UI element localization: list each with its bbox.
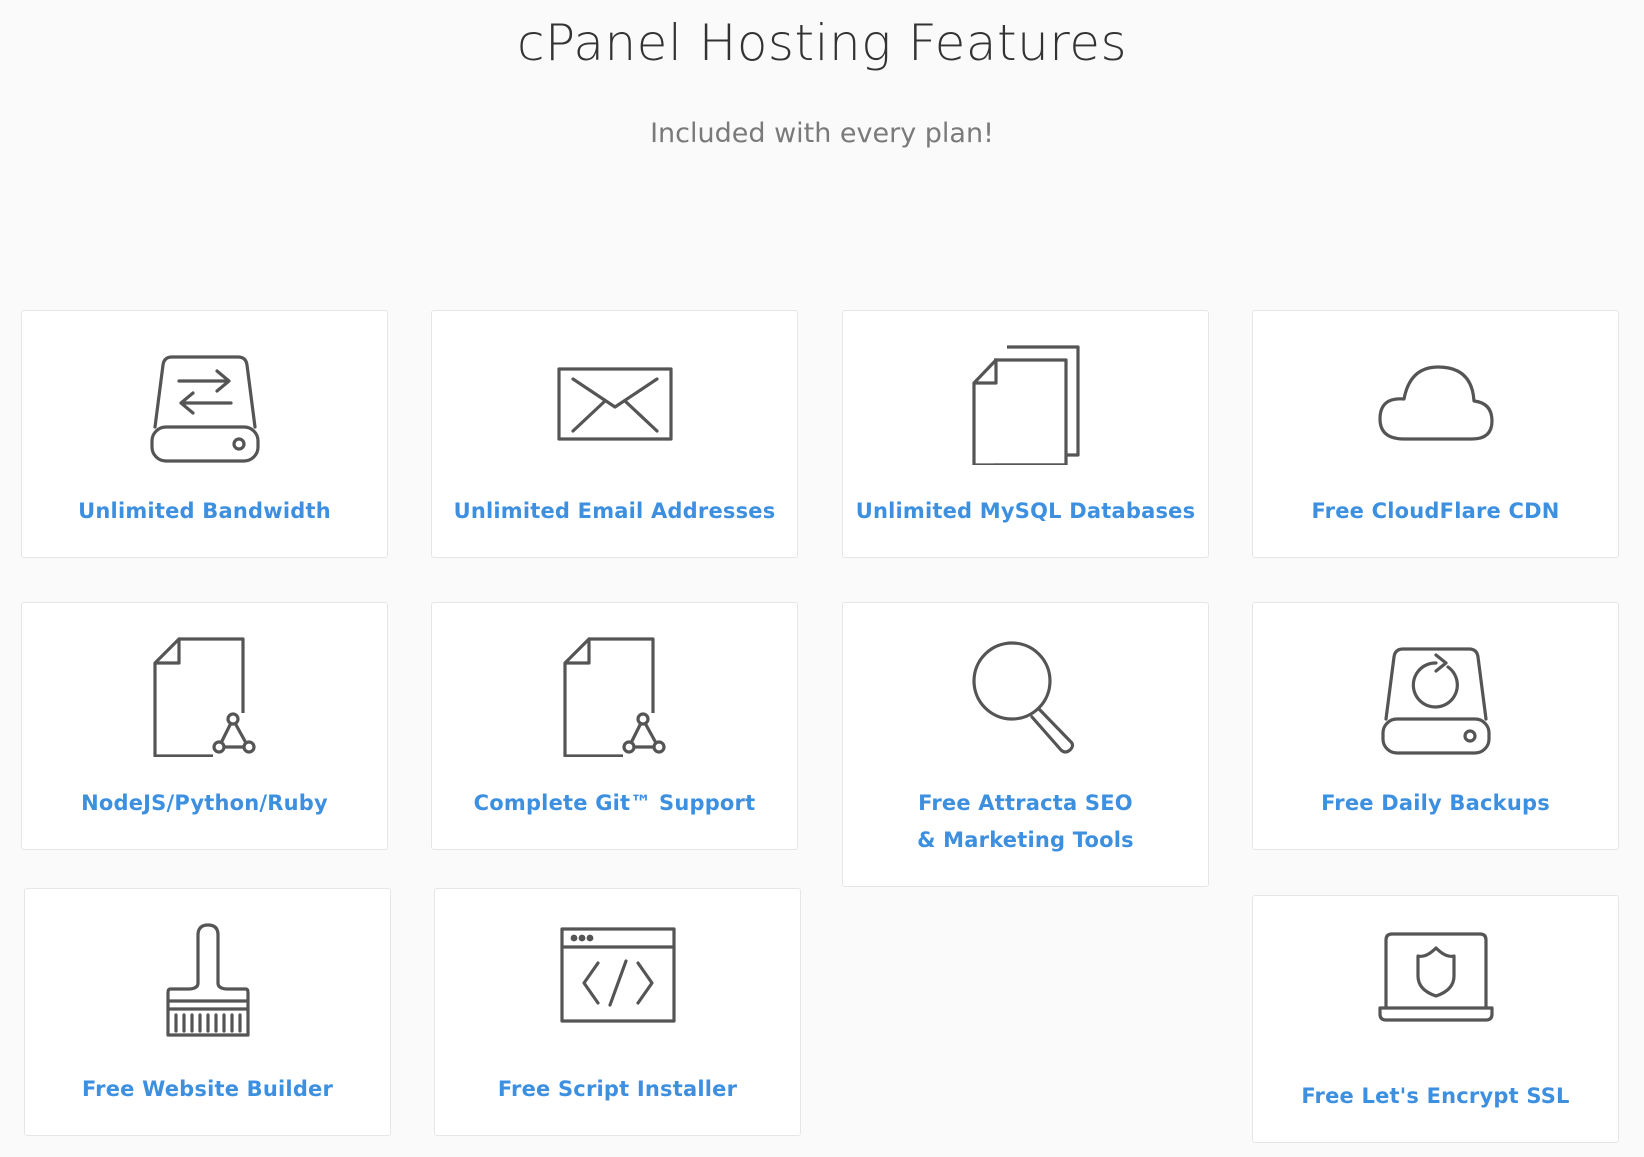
drive-backup-icon xyxy=(1376,637,1496,757)
git-file-icon xyxy=(555,637,675,757)
feature-card-unlimited-mysql[interactable]: Unlimited MySQL Databases xyxy=(842,310,1209,558)
paintbrush-icon xyxy=(148,923,268,1043)
drive-transfer-icon xyxy=(145,345,265,465)
feature-label: NodeJS/Python/Ruby xyxy=(81,791,328,815)
laptop-shield-icon xyxy=(1376,930,1496,1050)
feature-label: Free Daily Backups xyxy=(1321,791,1550,815)
feature-label: Complete Git™ Support xyxy=(473,791,756,815)
feature-label: Free Attracta SEO & Marketing Tools xyxy=(917,791,1134,852)
feature-label: Free CloudFlare CDN xyxy=(1311,499,1560,523)
feature-label: Unlimited Bandwidth xyxy=(78,499,331,523)
file-network-icon xyxy=(145,637,265,757)
feature-label: Unlimited MySQL Databases xyxy=(855,499,1196,523)
cloud-icon xyxy=(1376,345,1496,465)
feature-label: Unlimited Email Addresses xyxy=(453,499,776,523)
feature-card-website-builder[interactable]: Free Website Builder xyxy=(24,888,391,1136)
feature-label: Free Website Builder xyxy=(81,1077,334,1101)
feature-card-cloudflare-cdn[interactable]: Free CloudFlare CDN xyxy=(1252,310,1619,558)
feature-card-lets-encrypt-ssl[interactable]: Free Let's Encrypt SSL xyxy=(1252,895,1619,1143)
magnifier-icon xyxy=(966,637,1086,757)
feature-card-nodejs-python-ruby[interactable]: NodeJS/Python/Ruby xyxy=(21,602,388,850)
feature-card-git-support[interactable]: Complete Git™ Support xyxy=(431,602,798,850)
feature-label: Free Let's Encrypt SSL xyxy=(1301,1084,1570,1108)
feature-card-attracta-seo[interactable]: Free Attracta SEO & Marketing Tools xyxy=(842,602,1209,887)
envelope-icon xyxy=(555,345,675,465)
page-title: cPanel Hosting Features xyxy=(516,14,1128,72)
feature-label: Free Script Installer xyxy=(497,1077,738,1101)
feature-card-script-installer[interactable]: Free Script Installer xyxy=(434,888,801,1136)
feature-card-daily-backups[interactable]: Free Daily Backups xyxy=(1252,602,1619,850)
feature-card-unlimited-email[interactable]: Unlimited Email Addresses xyxy=(431,310,798,558)
code-window-icon xyxy=(558,923,678,1043)
page-subtitle: Included with every plan! xyxy=(650,118,994,149)
feature-card-unlimited-bandwidth[interactable]: Unlimited Bandwidth xyxy=(21,310,388,558)
documents-icon xyxy=(966,345,1086,465)
